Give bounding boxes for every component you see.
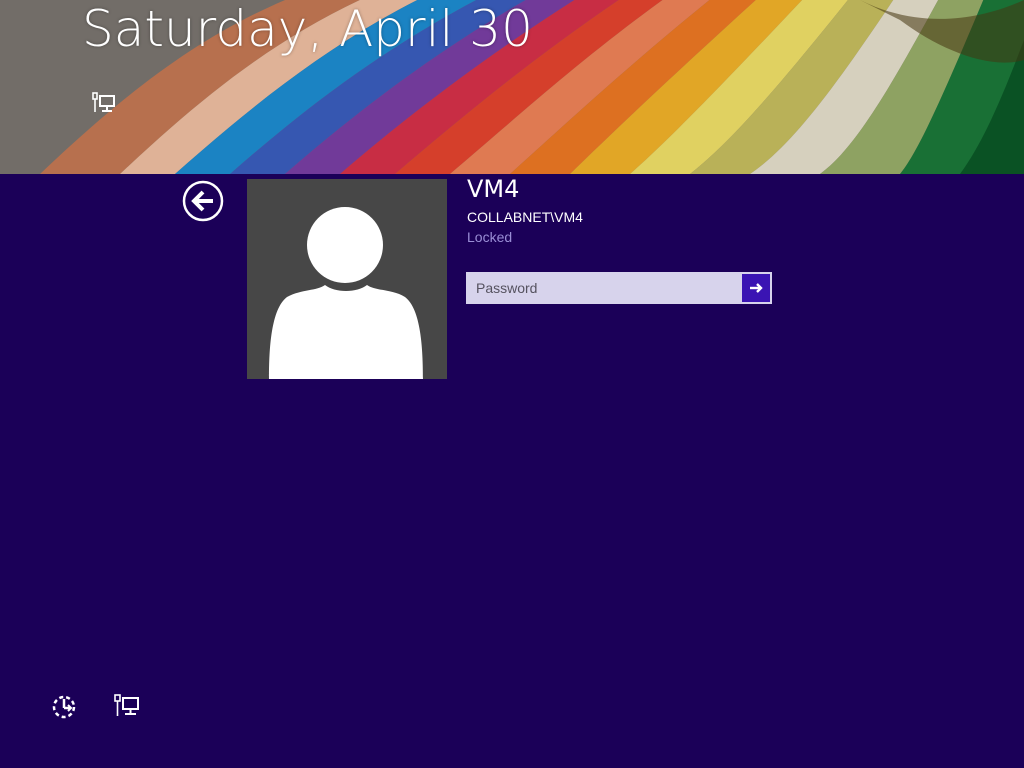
network-computer-icon (114, 694, 139, 716)
lock-screen-date: Saturday, April 30 (82, 0, 533, 58)
password-box (466, 272, 772, 304)
password-input[interactable] (468, 274, 742, 302)
submit-button[interactable] (742, 274, 770, 302)
user-silhouette-icon (269, 207, 423, 379)
account-status: Locked (467, 229, 513, 245)
back-arrow-circle-icon (182, 180, 224, 222)
arrow-right-icon (750, 283, 763, 293)
lock-screen: Saturday, April 30 VM4 COLLABNET\VM4 Loc… (0, 0, 1024, 768)
network-button[interactable] (114, 694, 140, 718)
wallpaper-banner: Saturday, April 30 (0, 0, 1024, 174)
account-name: VM4 (467, 175, 520, 203)
ease-of-access-icon (52, 695, 76, 719)
ease-of-access-button[interactable] (50, 693, 78, 721)
account-domain: COLLABNET\VM4 (467, 209, 583, 225)
back-button[interactable] (182, 180, 224, 222)
network-computer-icon (92, 92, 116, 114)
user-avatar (247, 179, 447, 379)
